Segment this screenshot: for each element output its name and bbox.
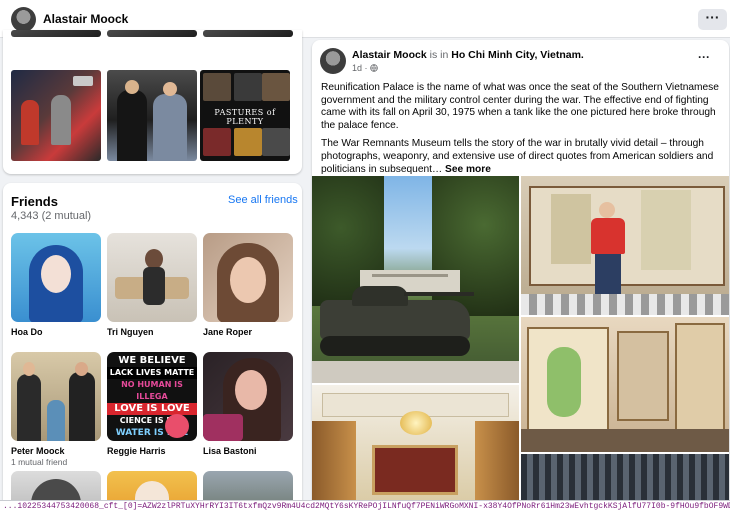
post-photo-tank[interactable] — [312, 176, 519, 383]
post-header: Alastair Moock is in Ho Chi Minh City, V… — [352, 49, 584, 61]
friend-tile[interactable]: Jane Roper — [203, 233, 293, 337]
friends-heading: Friends — [11, 194, 58, 209]
post-body: Reunification Palace is the name of what… — [321, 82, 723, 182]
friends-card: Friends See all friends 4,343 (2 mutual)… — [3, 183, 302, 513]
photo-thumbnail[interactable] — [11, 30, 101, 37]
friend-photo[interactable] — [203, 233, 293, 322]
friend-photo[interactable] — [203, 352, 293, 441]
post-card: Alastair Moock is in Ho Chi Minh City, V… — [312, 40, 729, 513]
friend-tile[interactable]: Lisa Bastoni — [203, 352, 293, 456]
post-timestamp[interactable]: 1d — [352, 63, 362, 73]
post-photo-exhibit[interactable] — [521, 317, 729, 452]
sign-line: LOVE IS LOVE — [107, 403, 197, 415]
friend-name[interactable]: Tri Nguyen — [107, 327, 197, 337]
post-options-button[interactable]: ··· — [698, 50, 710, 64]
friend-photo[interactable] — [107, 233, 197, 322]
album-poster-thumbnail[interactable]: PASTURES of PLENTY — [200, 70, 290, 161]
post-meta: 1d · — [352, 63, 378, 73]
friend-tile[interactable]: Hoa Do — [11, 233, 101, 337]
friends-count: 4,343 (2 mutual) — [11, 210, 92, 222]
post-checkin-text: is in — [429, 49, 449, 61]
photo-thumbnail[interactable] — [107, 70, 197, 161]
see-more-link[interactable]: See more — [445, 164, 491, 175]
friend-photo[interactable] — [11, 352, 101, 441]
post-author-name[interactable]: Alastair Moock — [352, 49, 427, 61]
photos-card: PASTURES of PLENTY — [3, 30, 302, 174]
friend-tile[interactable]: Tri Nguyen — [107, 233, 197, 337]
mutual-friends-count: 1 mutual friend — [11, 457, 68, 467]
post-photo-palace-hall[interactable] — [312, 385, 519, 513]
see-all-friends-link[interactable]: See all friends — [228, 194, 298, 206]
friend-name[interactable]: Peter Moock — [11, 446, 101, 456]
photo-thumbnail[interactable] — [203, 30, 293, 37]
post-paragraph: The War Remnants Museum tells the story … — [321, 138, 723, 176]
post-location-link[interactable]: Ho Chi Minh City, Vietnam. — [451, 49, 584, 61]
photo-thumbnail[interactable] — [107, 30, 197, 37]
poster-title: PASTURES of PLENTY — [214, 108, 276, 126]
more-options-button[interactable]: ··· — [698, 9, 727, 30]
friend-photo[interactable]: WE BELIEVE LACK LIVES MATTE NO HUMAN IS … — [107, 352, 197, 441]
sign-line: WE BELIEVE — [118, 355, 186, 366]
friend-tile[interactable]: WE BELIEVE LACK LIVES MATTE NO HUMAN IS … — [107, 352, 197, 456]
friend-photo[interactable] — [11, 233, 101, 322]
photo-thumbnail[interactable] — [11, 70, 101, 161]
sign-line: NO HUMAN IS ILLEGA — [121, 380, 183, 401]
post-paragraph-text: The War Remnants Museum tells the story … — [321, 138, 714, 175]
profile-avatar[interactable] — [11, 7, 36, 32]
post-paragraph: Reunification Palace is the name of what… — [321, 82, 719, 131]
friend-name[interactable]: Hoa Do — [11, 327, 101, 337]
friend-tile[interactable]: Peter Moock 1 mutual friend — [11, 352, 101, 467]
friend-name[interactable]: Jane Roper — [203, 327, 293, 337]
friend-name[interactable]: Lisa Bastoni — [203, 446, 293, 456]
ellipsis-icon: ··· — [705, 9, 720, 25]
friend-name[interactable]: Reggie Harris — [107, 446, 197, 456]
globe-icon — [370, 63, 378, 73]
profile-name[interactable]: Alastair Moock — [43, 12, 128, 26]
sign-line: LACK LIVES MATTE — [107, 367, 197, 379]
post-photo-map-room[interactable] — [521, 176, 729, 315]
post-author-avatar[interactable] — [320, 48, 346, 74]
link-preview-statusbar: ...10225344753420068_cft_[0]=AZW2zlPRTuX… — [0, 500, 730, 513]
